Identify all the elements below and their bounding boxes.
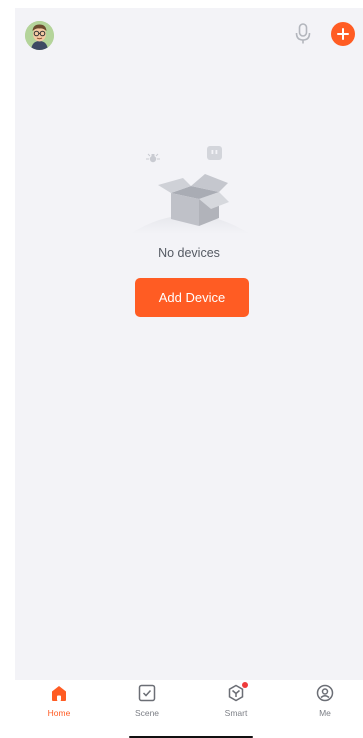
tab-home[interactable]: Home <box>29 680 89 720</box>
empty-state-text: No devices <box>158 246 220 260</box>
profile-icon <box>316 684 334 702</box>
tab-smart[interactable]: Smart <box>206 680 266 720</box>
add-device-button[interactable]: Add Device <box>135 278 249 317</box>
voice-button[interactable] <box>293 22 313 46</box>
add-icon[interactable] <box>331 22 355 46</box>
avatar[interactable] <box>25 21 54 50</box>
tab-scene-label: Scene <box>134 708 160 718</box>
tab-me-label: Me <box>319 708 331 718</box>
notification-badge <box>242 682 248 688</box>
tab-bar: Home Scene Smart Me <box>15 680 363 720</box>
tab-scene[interactable]: Scene <box>117 680 177 720</box>
home-screen: No devices Add Device <box>15 8 363 680</box>
avatar-image <box>25 21 54 50</box>
tab-smart-label: Smart <box>224 708 248 718</box>
top-bar <box>15 8 363 60</box>
tab-me[interactable]: Me <box>295 680 355 720</box>
scene-icon <box>138 684 156 702</box>
home-icon <box>52 686 66 701</box>
microphone-icon <box>295 23 311 44</box>
open-box-icon <box>130 146 250 234</box>
empty-box-illustration <box>125 138 255 238</box>
tab-home-label: Home <box>47 708 71 718</box>
